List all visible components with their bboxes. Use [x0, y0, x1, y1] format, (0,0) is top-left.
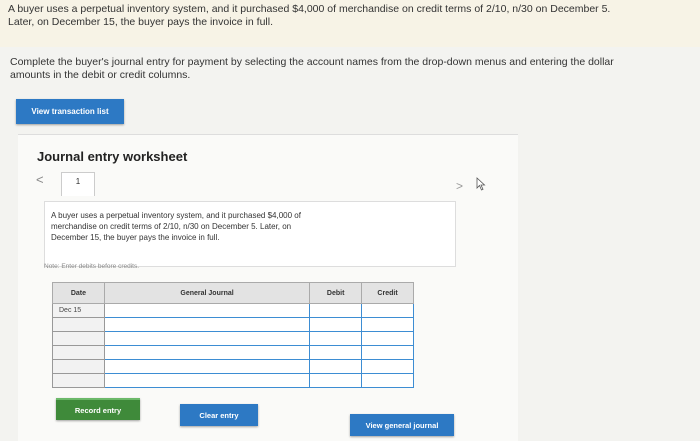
credit-input[interactable] — [361, 317, 414, 332]
table-row — [52, 359, 414, 374]
general-journal-header: General Journal — [103, 282, 311, 304]
next-entry-button[interactable]: > — [456, 179, 463, 193]
mouse-cursor-icon — [476, 177, 486, 196]
question-header: A buyer uses a perpetual inventory syste… — [0, 0, 700, 47]
instruction-text: Complete the buyer's journal entry for p… — [10, 56, 690, 82]
table-row — [52, 317, 414, 332]
credit-input[interactable] — [361, 359, 414, 374]
debits-note: Note: Enter debits before credits. — [44, 263, 140, 270]
date-header: Date — [52, 282, 105, 304]
instruction-line-1: Complete the buyer's journal entry for p… — [10, 56, 614, 68]
date-cell — [52, 359, 105, 374]
view-general-journal-button[interactable]: View general journal — [350, 414, 454, 436]
account-select[interactable] — [103, 345, 311, 360]
debit-input[interactable] — [309, 317, 363, 332]
table-row — [52, 373, 414, 388]
prev-entry-button[interactable]: < — [36, 172, 44, 187]
date-cell — [52, 331, 105, 346]
view-transaction-list-button[interactable]: View transaction list — [16, 99, 124, 124]
account-select[interactable] — [103, 373, 311, 388]
instruction-line-2: amounts in the debit or credit columns. — [10, 69, 191, 81]
date-cell — [52, 345, 105, 360]
debit-input[interactable] — [309, 303, 363, 318]
debit-header: Debit — [309, 282, 363, 304]
description-line-2: merchandise on credit terms of 2/10, n/3… — [51, 222, 292, 231]
description-line-1: A buyer uses a perpetual inventory syste… — [51, 211, 301, 220]
credit-header: Credit — [361, 282, 414, 304]
date-cell — [52, 373, 105, 388]
debit-input[interactable] — [309, 359, 363, 374]
record-entry-button[interactable]: Record entry — [56, 398, 140, 420]
description-line-3: December 15, the buyer pays the invoice … — [51, 233, 220, 242]
table-row — [52, 331, 414, 346]
table-header-row: Date General Journal Debit Credit — [52, 282, 414, 304]
credit-input[interactable] — [361, 303, 414, 318]
date-cell: Dec 15 — [52, 303, 105, 318]
account-select[interactable] — [103, 331, 311, 346]
question-line-2: Later, on December 15, the buyer pays th… — [8, 16, 273, 28]
entry-tab-1[interactable]: 1 — [61, 172, 95, 196]
table-row — [52, 345, 414, 360]
table-row: Dec 15 — [52, 303, 414, 318]
account-select[interactable] — [103, 359, 311, 374]
credit-input[interactable] — [361, 331, 414, 346]
debit-input[interactable] — [309, 331, 363, 346]
credit-input[interactable] — [361, 345, 414, 360]
clear-entry-button[interactable]: Clear entry — [180, 404, 258, 426]
worksheet-title: Journal entry worksheet — [37, 149, 188, 164]
credit-input[interactable] — [361, 373, 414, 388]
account-select[interactable] — [103, 317, 311, 332]
question-line-1: A buyer uses a perpetual inventory syste… — [8, 3, 611, 15]
account-select[interactable] — [103, 303, 311, 318]
date-cell — [52, 317, 105, 332]
debit-input[interactable] — [309, 373, 363, 388]
journal-table: Date General Journal Debit Credit Dec 15 — [52, 282, 414, 388]
transaction-description: A buyer uses a perpetual inventory syste… — [44, 201, 456, 267]
debit-input[interactable] — [309, 345, 363, 360]
